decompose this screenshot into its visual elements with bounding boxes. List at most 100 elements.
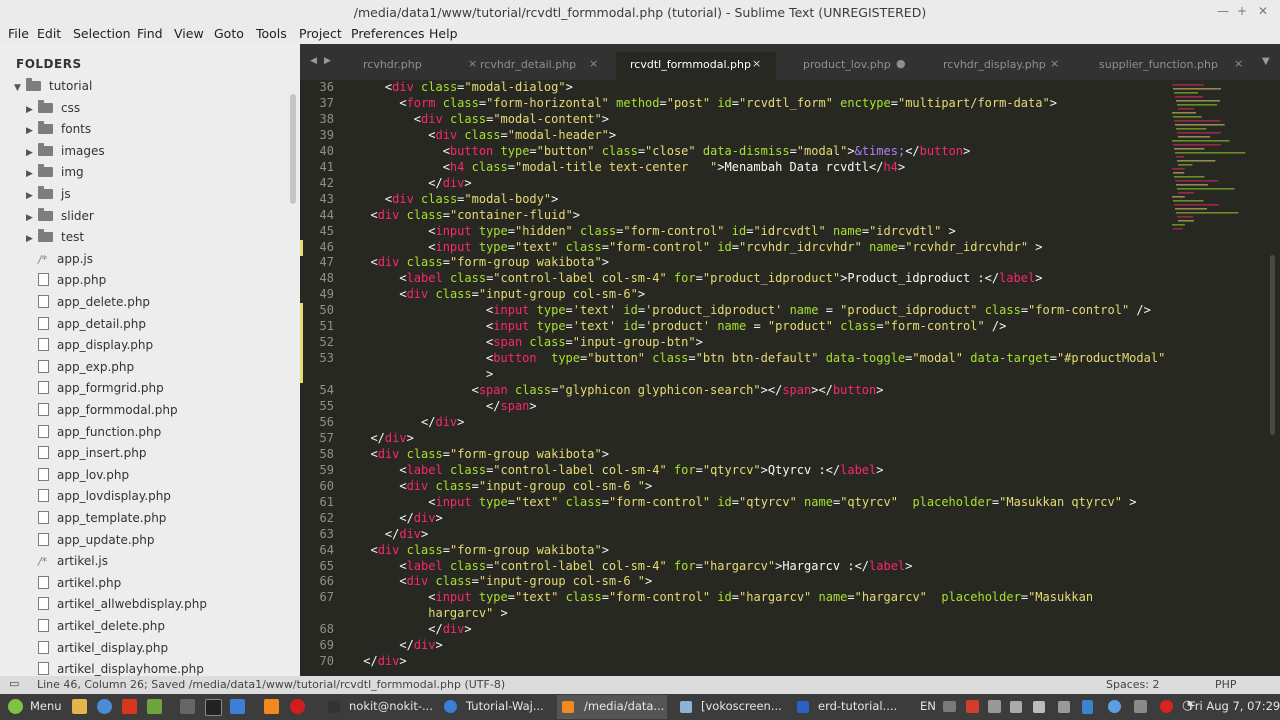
code-line[interactable]: <label class="control-label col-sm-4" fo…: [356, 559, 912, 573]
code-line[interactable]: </div>: [356, 654, 406, 668]
sublime-icon[interactable]: [264, 699, 279, 714]
tab-list-icon[interactable]: ▼: [1262, 56, 1270, 67]
code-line[interactable]: <div class="form-group wakibota">: [356, 543, 608, 557]
tree-folder-item[interactable]: ▶ fonts: [26, 121, 91, 143]
code-line[interactable]: <div class="modal-body">: [356, 192, 558, 206]
clipboard-tray-icon[interactable]: [1058, 701, 1070, 713]
chrome-icon[interactable]: [230, 699, 245, 714]
close-tab-icon[interactable]: ×: [1050, 57, 1059, 70]
code-line[interactable]: <button type="button" class="btn btn-def…: [356, 351, 1165, 365]
screen-tray-icon[interactable]: [943, 701, 956, 712]
tree-file-item[interactable]: app_formmodal.php: [38, 403, 178, 424]
disclosure-open-icon[interactable]: ▼: [14, 83, 26, 93]
syntax-setting[interactable]: PHP: [1215, 678, 1237, 691]
code-line[interactable]: <div class="modal-header">: [356, 128, 616, 142]
editor-scrollbar[interactable]: [1270, 255, 1275, 435]
close-tab-icon[interactable]: ×: [752, 57, 761, 70]
code-line[interactable]: </div>: [356, 431, 413, 445]
code-line[interactable]: <h4 class="modal-title text-center ">Men…: [356, 160, 905, 174]
record-tray-icon[interactable]: [966, 700, 979, 713]
code-line[interactable]: <span class="input-group-btn">: [356, 335, 703, 349]
opera-icon[interactable]: [290, 699, 305, 714]
filezilla-icon[interactable]: [122, 699, 137, 714]
code-line[interactable]: <span class="glyphicon glyphicon-search"…: [356, 383, 884, 397]
tree-file-item[interactable]: artikel.php: [38, 575, 121, 597]
tree-file-item[interactable]: app.php: [38, 273, 106, 294]
close-window-icon[interactable]: ✕: [1254, 2, 1272, 20]
code-line[interactable]: <button type="button" class="close" data…: [356, 144, 971, 158]
code-line[interactable]: <input type="text" class="form-control" …: [356, 495, 1136, 509]
code-line[interactable]: <label class="control-label col-sm-4" fo…: [356, 271, 1042, 285]
unsaved-dot-icon[interactable]: ●: [896, 57, 906, 70]
code-line[interactable]: <div class="container-fluid">: [356, 208, 580, 222]
disclosure-closed-icon[interactable]: ▶: [26, 126, 38, 136]
maximize-icon[interactable]: +: [1233, 2, 1251, 20]
tree-folder-item[interactable]: ▶ css: [26, 99, 80, 122]
minimize-icon[interactable]: —: [1214, 2, 1232, 20]
tree-file-item[interactable]: /* app.js: [38, 252, 93, 273]
clock[interactable]: Fri Aug 7, 07:29: [1189, 699, 1280, 717]
close-tab-icon[interactable]: ×: [589, 57, 598, 70]
disclosure-closed-icon[interactable]: ▶: [26, 234, 38, 244]
tree-folder-item[interactable]: ▶ images: [26, 142, 105, 165]
tree-file-item[interactable]: app_update.php: [38, 532, 155, 554]
volume-tray-icon[interactable]: [1033, 701, 1045, 713]
tree-file-item[interactable]: artikel_allwebdisplay.php: [38, 597, 207, 618]
tab-scroll-left-icon[interactable]: ◀: [310, 56, 317, 66]
tree-folder-item[interactable]: ▶ img: [26, 164, 84, 186]
tree-file-item[interactable]: app_insert.php: [38, 446, 146, 467]
tree-folder-item[interactable]: ▶ js: [26, 186, 71, 208]
code-line[interactable]: <input type='text' id='product' name = "…: [356, 319, 1006, 333]
tree-file-item[interactable]: app_lov.php: [38, 467, 129, 489]
files-icon[interactable]: [180, 699, 195, 714]
editor-tab[interactable]: product_lov.php ●: [788, 52, 920, 80]
tree-root-folder[interactable]: ▼ tutorial: [14, 78, 92, 100]
task-erd[interactable]: erd-tutorial....: [818, 699, 897, 717]
code-line[interactable]: <div class="form-group wakibota">: [356, 447, 608, 461]
tree-file-item[interactable]: artikel_delete.php: [38, 619, 165, 640]
menu-project[interactable]: Project: [299, 26, 342, 41]
tree-file-item[interactable]: app_template.php: [38, 511, 166, 532]
code-line[interactable]: <div class="input-group col-sm-6 ">: [356, 479, 652, 493]
code-line[interactable]: <div class="modal-dialog">: [356, 80, 573, 94]
menu-tools[interactable]: Tools: [256, 26, 287, 41]
tree-file-item[interactable]: artikel_displayhome.php: [38, 662, 204, 676]
code-line[interactable]: <div class="modal-content">: [356, 112, 609, 126]
mint-logo-icon[interactable]: [8, 699, 23, 714]
disclosure-closed-icon[interactable]: ▶: [26, 148, 38, 158]
alert-tray-icon[interactable]: [1160, 700, 1173, 713]
code-line[interactable]: </div>: [356, 622, 471, 636]
code-line[interactable]: </div>: [356, 527, 428, 541]
code-line[interactable]: <input type="text" class="form-control" …: [356, 240, 1042, 254]
code-line[interactable]: </div>: [356, 638, 442, 652]
task-sublime[interactable]: /media/data...: [584, 699, 664, 717]
tools-tray-icon[interactable]: [1134, 700, 1147, 713]
tree-file-item[interactable]: app_detail.php: [38, 316, 146, 338]
tree-file-item[interactable]: app_formgrid.php: [38, 381, 164, 402]
tree-file-item[interactable]: /* artikel.js: [38, 554, 108, 575]
info-tray-icon[interactable]: [1108, 700, 1121, 713]
code-line[interactable]: <div class="input-group col-sm-6 ">: [356, 574, 652, 588]
disclosure-closed-icon[interactable]: ▶: [26, 191, 38, 201]
code-line[interactable]: >: [356, 367, 493, 381]
tab-scroll-right-icon[interactable]: ▶: [324, 56, 331, 66]
terminal-icon[interactable]: [205, 699, 222, 716]
menu-selection[interactable]: Selection: [73, 26, 131, 41]
tree-file-item[interactable]: app_display.php: [38, 338, 153, 359]
code-line[interactable]: <div class="input-group col-sm-6">: [356, 287, 645, 301]
disclosure-closed-icon[interactable]: ▶: [26, 105, 38, 115]
menu-find[interactable]: Find: [137, 26, 163, 41]
browser-icon[interactable]: [97, 699, 112, 714]
menu-goto[interactable]: Goto: [214, 26, 244, 41]
tree-folder-item[interactable]: ▶ test: [26, 229, 84, 251]
code-line[interactable]: <label class="control-label col-sm-4" fo…: [356, 463, 883, 477]
menu-edit[interactable]: Edit: [37, 26, 61, 41]
code-line[interactable]: <form class="form-horizontal" method="po…: [356, 96, 1057, 110]
spreadsheet-icon[interactable]: [147, 699, 162, 714]
file-manager-icon[interactable]: [72, 699, 87, 714]
keyboard-layout[interactable]: EN: [920, 699, 936, 717]
tree-folder-item[interactable]: ▶ slider: [26, 207, 94, 230]
minimap[interactable]: [1168, 80, 1263, 240]
menu-file[interactable]: File: [8, 26, 29, 41]
tab-active[interactable]: rcvdtl_formmodal.php ×: [616, 52, 776, 80]
